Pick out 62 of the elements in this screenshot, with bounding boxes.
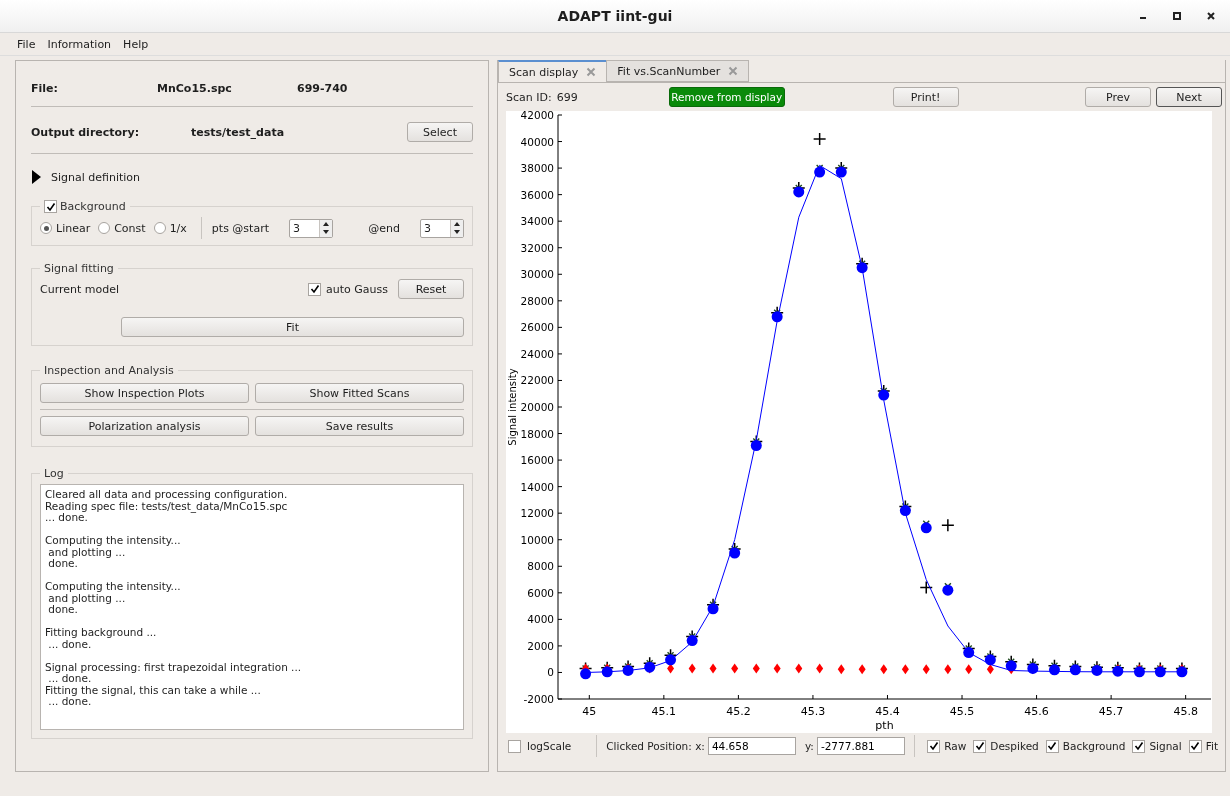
group-title: Inspection and Analysis <box>43 364 175 377</box>
file-label: File: <box>31 81 59 95</box>
tick-label: 26000 <box>520 321 554 334</box>
radio-label: Linear <box>56 221 91 235</box>
field-label: pts @start <box>211 221 269 235</box>
tick-label: 45.1 <box>651 705 677 718</box>
tick-label: 42000 <box>520 111 554 121</box>
tick-label: 45.6 <box>1024 705 1049 718</box>
radio-label: 1/x <box>169 221 187 235</box>
tick-label: 12000 <box>520 507 554 520</box>
tick-label: 24000 <box>520 347 554 360</box>
tick-label: 36000 <box>520 188 554 201</box>
tick-label: 45.2 <box>726 705 751 718</box>
checkbox-label: Signal <box>1149 740 1182 752</box>
output-directory-label: Output directory: <box>31 125 141 139</box>
tick-label: 40000 <box>520 135 554 148</box>
tick-label: 8000 <box>527 560 554 573</box>
checkbox-label: auto Gauss <box>326 282 388 296</box>
tick-label: 6000 <box>527 586 554 599</box>
section-title: Signal definition <box>51 170 141 184</box>
scan-range: 699-740 <box>297 81 348 95</box>
tick-label: 45.8 <box>1173 705 1198 718</box>
tick-label: 18000 <box>520 427 554 440</box>
tick-label: 45.3 <box>800 705 826 718</box>
tick-label: 38000 <box>520 162 554 175</box>
group-title: Signal fitting <box>43 262 115 275</box>
tick-label: 32000 <box>520 241 554 254</box>
tick-label: 20000 <box>520 401 554 413</box>
checkbox-label: Fit <box>1205 740 1218 752</box>
tick-label: 22000 <box>520 374 554 387</box>
field-label: y: <box>804 740 814 752</box>
model-label: Current model <box>40 282 121 296</box>
checkbox-label: logScale <box>527 740 572 752</box>
file-name: MnCo15.spc <box>157 81 233 95</box>
tick-label: 45 <box>582 705 597 718</box>
tick-label: 45.5 <box>949 705 975 718</box>
radio-label: Const <box>114 221 146 235</box>
group-title: Log <box>43 467 65 480</box>
axis-title: pth <box>875 719 894 732</box>
tick-label: 2000 <box>527 639 554 652</box>
tick-label: 34000 <box>520 215 554 228</box>
tick-label: 28000 <box>520 294 554 307</box>
checkbox-label: Background <box>60 200 126 213</box>
field-label: Clicked Position: x: <box>606 740 705 752</box>
output-directory-path: tests/test_data <box>191 125 286 139</box>
scan-id-label: Scan ID: <box>506 90 552 104</box>
tick-label: 16000 <box>520 454 554 467</box>
window-title: ADAPT iint-gui <box>557 8 673 24</box>
scan-id: 699 <box>556 90 579 104</box>
tick-label: 10000 <box>520 533 554 546</box>
tick-label: 0 <box>547 666 554 679</box>
tick-label: 45.4 <box>875 705 900 718</box>
tick-label: 14000 <box>520 480 554 493</box>
axis-title: Signal intensity <box>507 368 518 446</box>
tick-label: 30000 <box>520 268 554 281</box>
tick-label: 45.7 <box>1098 705 1124 718</box>
checkbox-label: Despiked <box>990 740 1039 752</box>
checkbox-label: Background <box>1062 740 1126 752</box>
checkbox-label: Raw <box>944 740 967 752</box>
tick-label: -2000 <box>523 693 554 705</box>
tick-label: 4000 <box>527 613 554 626</box>
field-label: @end <box>368 221 400 235</box>
